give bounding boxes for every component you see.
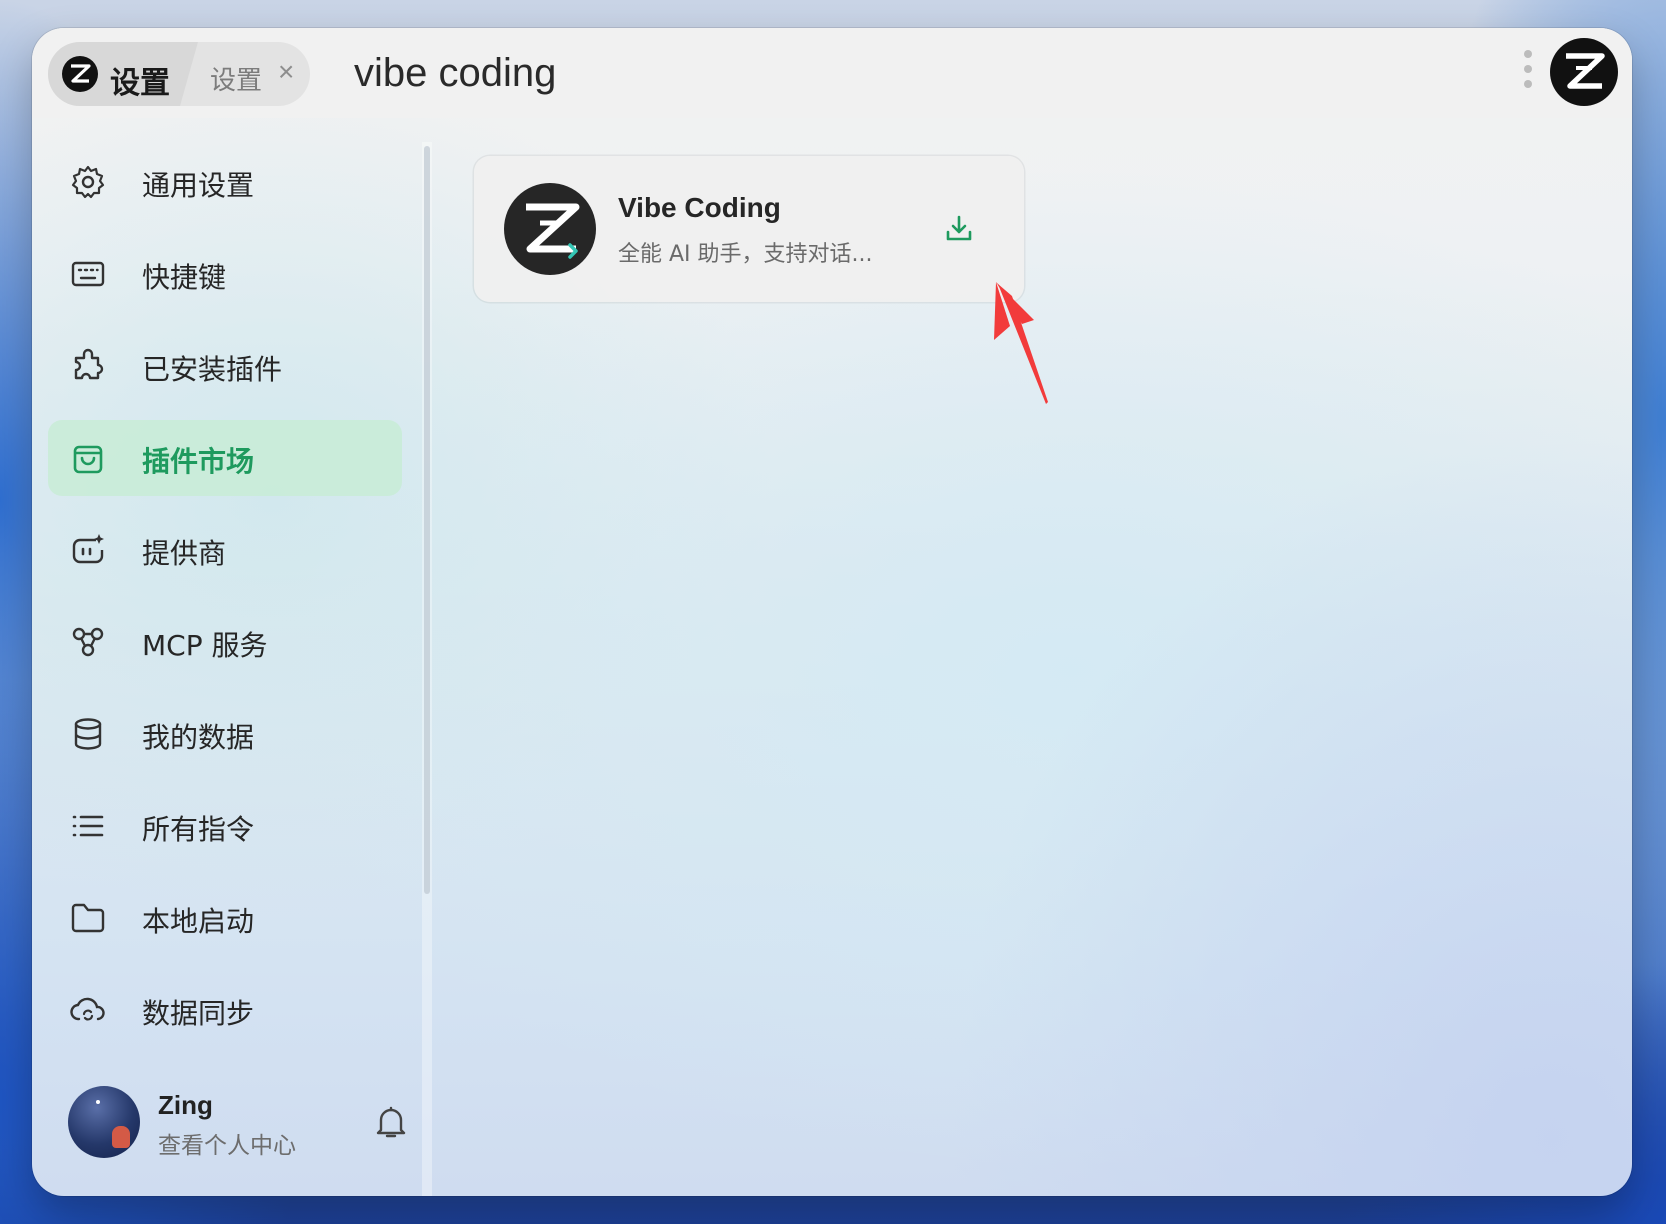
bell-icon[interactable] [374, 1104, 408, 1140]
sidebar: 通用设置 快捷键 已安装插件 插件市场 提供商 MCP 服务 我的数据 所有指令… [32, 118, 432, 1196]
sidebar-item-label: 通用设置 [142, 169, 255, 202]
list-icon [72, 815, 104, 837]
sidebar-item-label: 所有指令 [142, 813, 255, 846]
gear-icon [71, 165, 105, 199]
plugin-icon [74, 348, 104, 380]
mcp-icon [72, 627, 104, 657]
avatar[interactable] [68, 1086, 140, 1158]
user-profile-link[interactable]: 查看个人中心 [158, 1126, 296, 1160]
database-icon [74, 718, 102, 750]
sidebar-item-mcp[interactable]: MCP 服务 [48, 604, 402, 680]
sidebar-item-label: 快捷键 [142, 261, 227, 294]
sidebar-scrollbar-thumb[interactable] [424, 146, 430, 894]
user-profile[interactable]: Zing 查看个人中心 [68, 1086, 408, 1162]
z-logo-icon [62, 56, 98, 92]
folder-icon [71, 903, 105, 933]
plugin-card[interactable]: Vibe Coding 全能 AI 助手，支持对话... [474, 156, 1024, 302]
search-input[interactable] [354, 46, 1154, 100]
provider-icon [72, 534, 104, 564]
sidebar-item-all-commands[interactable]: 所有指令 [48, 788, 402, 864]
sidebar-item-label: 我的数据 [142, 721, 255, 754]
sidebar-item-providers[interactable]: 提供商 [48, 512, 402, 588]
tab-settings-secondary[interactable]: 设置 [210, 60, 262, 97]
active-tab-label[interactable]: 设置 [110, 58, 170, 102]
sidebar-item-general-settings[interactable]: 通用设置 [48, 144, 402, 220]
top-bar: 设置 设置 × [32, 28, 1632, 118]
sidebar-item-my-data[interactable]: 我的数据 [48, 696, 402, 772]
plugin-title: Vibe Coding [618, 192, 781, 223]
shopping-bag-icon [73, 445, 103, 474]
sidebar-item-label: 本地启动 [142, 905, 255, 938]
plugin-logo-icon [504, 183, 596, 275]
sidebar-item-label: 提供商 [142, 537, 227, 570]
sidebar-item-shortcuts[interactable]: 快捷键 [48, 236, 402, 312]
sidebar-item-plugin-market[interactable]: 插件市场 [48, 420, 402, 496]
sidebar-item-label: MCP 服务 [142, 629, 268, 662]
app-window: 设置 设置 × 通用设置 快 [32, 28, 1632, 1196]
sidebar-item-label: 数据同步 [142, 997, 255, 1030]
more-vertical-icon[interactable] [1522, 50, 1534, 98]
sidebar-item-data-sync[interactable]: 数据同步 [48, 972, 402, 1048]
download-icon[interactable] [944, 214, 974, 244]
keyboard-icon [71, 261, 105, 287]
app-logo-icon[interactable] [1550, 38, 1618, 106]
sidebar-item-installed-plugins[interactable]: 已安装插件 [48, 328, 402, 404]
sidebar-item-local-launch[interactable]: 本地启动 [48, 880, 402, 956]
sidebar-item-label: 已安装插件 [142, 353, 283, 386]
plugin-description: 全能 AI 助手，支持对话... [618, 242, 873, 267]
close-icon[interactable]: × [278, 58, 294, 86]
sidebar-item-label: 插件市场 [142, 445, 255, 478]
annotation-arrow [994, 282, 1048, 404]
user-name[interactable]: Zing [158, 1090, 213, 1121]
cloud-sync-icon [70, 997, 105, 1021]
tab-pill: 设置 设置 × [48, 42, 310, 106]
